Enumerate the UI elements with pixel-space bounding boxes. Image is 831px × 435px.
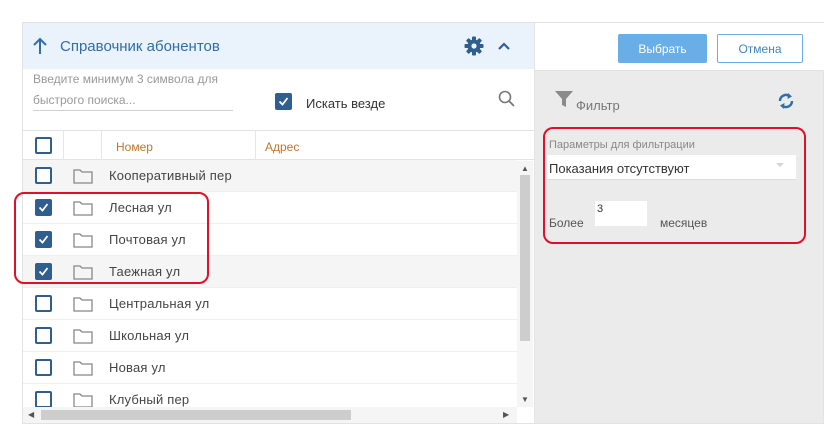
arrow-up-icon[interactable] [31, 36, 49, 56]
table-row[interactable]: Кооперативный пер [23, 160, 517, 192]
column-divider [63, 131, 64, 161]
row-name: Центральная ул [109, 296, 210, 311]
search-everywhere-label: Искать везде [306, 96, 386, 111]
table-row[interactable]: Школьная ул [23, 320, 517, 352]
select-button[interactable]: Выбрать [618, 34, 707, 63]
folder-icon [73, 168, 93, 184]
scroll-left-arrow-icon[interactable]: ◀ [28, 410, 34, 419]
row-checkbox[interactable] [35, 295, 52, 312]
row-name: Кооперативный пер [109, 168, 232, 183]
search-icon[interactable] [497, 89, 517, 109]
column-divider [255, 131, 256, 161]
chevron-up-icon[interactable] [495, 36, 513, 56]
row-checkbox[interactable] [35, 167, 52, 184]
divider [535, 70, 824, 71]
table-header: Номер Адрес [23, 130, 534, 161]
table-row[interactable]: Клубный пер [23, 384, 517, 407]
column-divider [101, 131, 102, 161]
filter-icon [554, 90, 574, 109]
highlight-annotation [543, 127, 806, 244]
table-row[interactable]: Центральная ул [23, 288, 517, 320]
table-row[interactable]: Новая ул [23, 352, 517, 384]
horizontal-scrollbar[interactable]: ◀ ▶ [23, 407, 517, 423]
select-all-checkbox[interactable] [35, 137, 52, 154]
cancel-button[interactable]: Отмена [717, 34, 803, 63]
scroll-right-arrow-icon[interactable]: ▶ [503, 410, 509, 419]
search-everywhere-checkbox[interactable] [275, 93, 292, 110]
highlight-annotation [14, 192, 209, 284]
folder-icon [73, 296, 93, 312]
row-name: Школьная ул [109, 328, 190, 343]
vertical-scrollbar[interactable]: ▲ ▼ [517, 161, 533, 407]
scroll-down-arrow-icon[interactable]: ▼ [521, 395, 529, 404]
filter-panel: Выбрать Отмена Фильтр Параметры для филь… [535, 22, 824, 424]
horizontal-scroll-thumb[interactable] [41, 410, 351, 420]
folder-icon [73, 392, 93, 407]
panel-title: Справочник абонентов [60, 38, 220, 55]
scroll-up-arrow-icon[interactable]: ▲ [521, 164, 529, 173]
folder-icon [73, 360, 93, 376]
gear-icon[interactable] [463, 35, 485, 57]
column-header-address[interactable]: Адрес [265, 140, 299, 154]
row-name: Новая ул [109, 360, 166, 375]
vertical-scroll-thumb[interactable] [520, 175, 530, 341]
row-checkbox[interactable] [35, 327, 52, 344]
search-area: Искать везде [23, 69, 534, 131]
filter-title: Фильтр [576, 98, 620, 113]
action-bar: Выбрать Отмена [535, 23, 824, 70]
row-checkbox[interactable] [35, 359, 52, 376]
search-input[interactable] [33, 69, 233, 111]
folder-icon [73, 328, 93, 344]
row-checkbox[interactable] [35, 391, 52, 407]
panel-header: Справочник абонентов [23, 23, 534, 69]
row-name: Клубный пер [109, 392, 190, 407]
refresh-icon[interactable] [775, 90, 797, 112]
column-header-number[interactable]: Номер [116, 140, 153, 154]
